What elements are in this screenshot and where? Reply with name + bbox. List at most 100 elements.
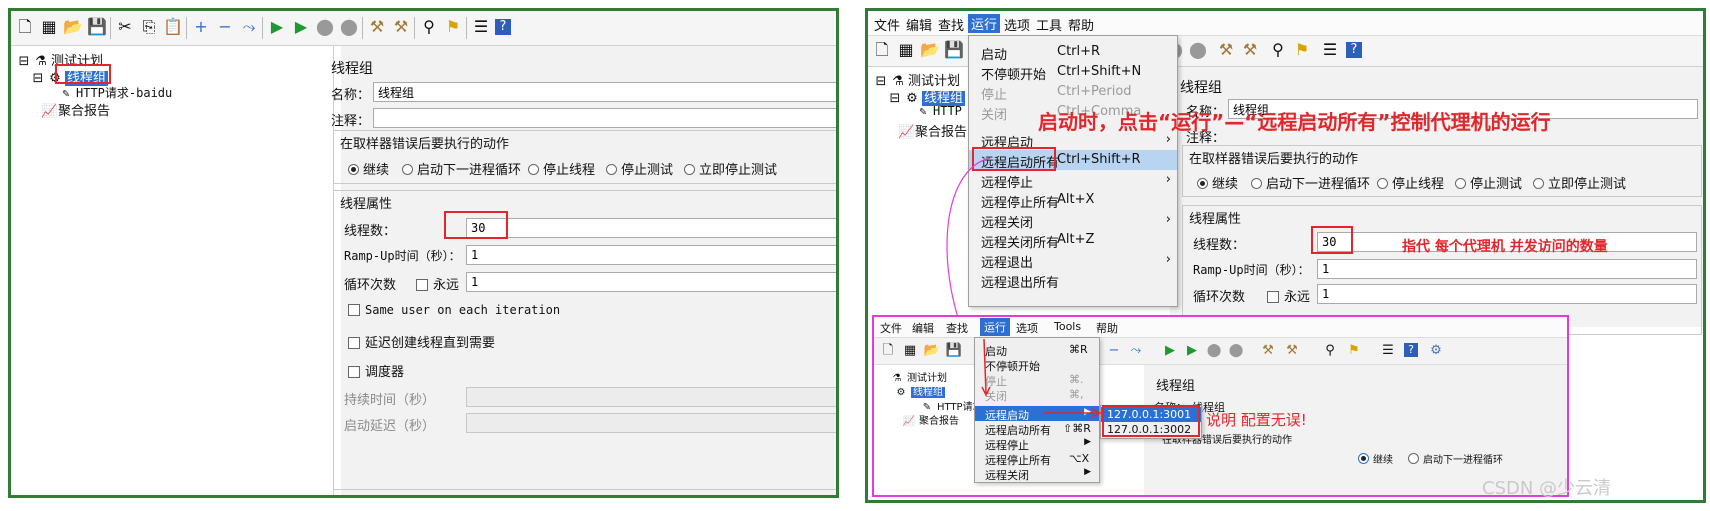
menu-item-remote-exit-all[interactable]: 远程退出所有: [969, 270, 1177, 291]
copy-icon[interactable]: ⎘: [139, 17, 159, 37]
collapse-toggle-icon[interactable]: ⊟: [874, 74, 888, 89]
search-icon[interactable]: ⚲: [1268, 40, 1288, 60]
menu-tools[interactable]: Tools: [1054, 320, 1081, 333]
menu-search[interactable]: 查找: [946, 320, 968, 336]
reset-search-icon[interactable]: ⚑: [1292, 40, 1312, 60]
menu-item-start[interactable]: 启动 Ctrl+R: [969, 42, 1177, 63]
menu-help[interactable]: 帮助: [1096, 320, 1118, 336]
menu-item-start-no-pause[interactable]: 不停顿开始 Ctrl+Shift+N: [969, 62, 1177, 83]
same-user-checkbox[interactable]: Same user on each iteration: [348, 303, 560, 317]
help-icon[interactable]: ?: [1346, 42, 1362, 58]
radio-stop-test[interactable]: 停止测试: [1455, 173, 1522, 192]
radio-stop-test[interactable]: 停止测试: [606, 159, 673, 178]
loop-input[interactable]: [1317, 284, 1697, 304]
clear-all-icon[interactable]: ⚒: [1282, 341, 1302, 361]
open-icon[interactable]: 📂: [922, 341, 942, 361]
reset-search-icon[interactable]: ⚑: [1344, 341, 1364, 361]
menu-search[interactable]: 查找: [938, 15, 964, 34]
radio-next-loop[interactable]: 启动下一进程循环: [1251, 173, 1370, 192]
radio-stop-thread[interactable]: 停止线程: [1377, 173, 1444, 192]
templates-icon[interactable]: ▦: [39, 17, 59, 37]
scheduler-checkbox[interactable]: 调度器: [348, 361, 404, 380]
radio-continue[interactable]: 继续: [1197, 173, 1238, 192]
stop-icon[interactable]: ⬤: [315, 17, 335, 37]
open-icon[interactable]: 📂: [920, 40, 940, 60]
tree-aggregate-report[interactable]: 📈聚合报告: [41, 100, 110, 119]
delay-create-checkbox[interactable]: 延迟创建线程直到需要: [348, 332, 495, 351]
save-icon[interactable]: 💾: [944, 341, 964, 361]
tree-aggregate-report[interactable]: 📈聚合报告: [898, 121, 967, 140]
rampup-input[interactable]: [466, 245, 836, 265]
paste-icon[interactable]: 📋: [163, 17, 183, 37]
save-icon[interactable]: 💾: [87, 17, 107, 37]
menu-options[interactable]: 选项: [1016, 320, 1038, 336]
search-icon[interactable]: ⚲: [419, 17, 439, 37]
menu-edit[interactable]: 编辑: [906, 15, 932, 34]
name-input[interactable]: [373, 82, 836, 102]
radio-next-loop[interactable]: 启动下一进程循环: [402, 159, 521, 178]
radio-stop-now[interactable]: 立即停止测试: [1533, 173, 1626, 192]
tree-http-request[interactable]: ✎ HTTP: [916, 104, 962, 118]
rampup-input[interactable]: [1317, 259, 1697, 279]
radio-continue[interactable]: 继续: [1358, 451, 1393, 466]
tree-thread-group[interactable]: ⚙ 线程组: [894, 383, 945, 398]
function-helper-icon[interactable]: ☰: [1320, 40, 1340, 60]
menu-help[interactable]: 帮助: [1068, 15, 1094, 34]
open-icon[interactable]: 📂: [63, 17, 83, 37]
clear-icon[interactable]: ⚒: [1258, 341, 1278, 361]
menu-file[interactable]: 文件: [880, 320, 902, 336]
new-icon[interactable]: 🗋: [872, 40, 892, 60]
collapse-toggle-icon[interactable]: ⊟: [888, 91, 902, 106]
search-icon[interactable]: ⚲: [1320, 341, 1340, 361]
menu-item-remote-shutdown-all[interactable]: 远程关闭所有 Alt+Z: [969, 230, 1177, 251]
menu-item-remote-exit[interactable]: 远程退出 ›: [969, 250, 1177, 271]
templates-icon[interactable]: ▦: [896, 40, 916, 60]
menu-edit[interactable]: 编辑: [912, 320, 934, 336]
help-icon[interactable]: ?: [495, 19, 511, 35]
menu-item-remote-stop-all[interactable]: 远程停止所有 ⌥X: [975, 451, 1099, 467]
tree-http-request[interactable]: ✎ HTTP请求-baidu: [59, 84, 172, 101]
menu-item-stop[interactable]: 停止 Ctrl+Period: [969, 82, 1177, 103]
function-helper-icon[interactable]: ☰: [471, 17, 491, 37]
shutdown-icon[interactable]: ⬤: [1226, 341, 1246, 361]
radio-stop-now[interactable]: 立即停止测试: [684, 159, 777, 178]
start-no-pause-icon[interactable]: ▶: [291, 17, 311, 37]
reset-search-icon[interactable]: ⚑: [443, 17, 463, 37]
comment-input[interactable]: [373, 108, 836, 128]
radio-continue[interactable]: 继续: [348, 159, 389, 178]
menu-item-remote-stop[interactable]: 远程停止 ▶: [975, 436, 1099, 452]
templates-icon[interactable]: ▦: [900, 341, 920, 361]
new-icon[interactable]: 🗋: [15, 17, 35, 37]
menu-file[interactable]: 文件: [874, 15, 900, 34]
menu-run[interactable]: 运行: [980, 318, 1010, 336]
help-icon[interactable]: ?: [1404, 343, 1418, 357]
tree-test-plan[interactable]: ⚗ 测试计划: [890, 369, 947, 384]
remote-icon[interactable]: ⚙: [1426, 341, 1446, 361]
tree-aggregate-report[interactable]: 📈聚合报告: [902, 412, 959, 427]
expand-icon[interactable]: +: [191, 17, 211, 37]
save-icon[interactable]: 💾: [944, 40, 964, 60]
menu-options[interactable]: 选项: [1004, 15, 1030, 34]
menu-tools[interactable]: 工具: [1036, 15, 1062, 34]
collapse-toggle-icon[interactable]: ⊟: [17, 54, 31, 69]
menu-run[interactable]: 运行: [968, 14, 1001, 33]
loop-input[interactable]: [466, 272, 836, 292]
forever-checkbox[interactable]: 永远: [416, 274, 459, 293]
shutdown-icon[interactable]: ⬤: [1188, 40, 1208, 60]
new-icon[interactable]: 🗋: [878, 341, 898, 361]
forever-checkbox[interactable]: 永远: [1267, 286, 1310, 305]
menu-item-remote-stop-all[interactable]: 远程停止所有 Alt+X: [969, 190, 1177, 211]
collapse-icon[interactable]: −: [215, 17, 235, 37]
clear-all-icon[interactable]: ⚒: [391, 17, 411, 37]
clear-all-icon[interactable]: ⚒: [1240, 40, 1260, 60]
threads-input[interactable]: [466, 218, 836, 238]
menu-item-remote-shutdown[interactable]: 远程关闭 ▶: [975, 466, 1099, 482]
collapse-toggle-icon[interactable]: ⊟: [31, 71, 45, 86]
function-helper-icon[interactable]: ☰: [1378, 341, 1398, 361]
clear-icon[interactable]: ⚒: [367, 17, 387, 37]
menu-item-remote-shutdown[interactable]: 远程关闭 ›: [969, 210, 1177, 231]
radio-next-loop[interactable]: 启动下一进程循环: [1408, 451, 1503, 466]
cut-icon[interactable]: ✂: [115, 17, 135, 37]
radio-stop-thread[interactable]: 停止线程: [528, 159, 595, 178]
start-icon[interactable]: ▶: [267, 17, 287, 37]
